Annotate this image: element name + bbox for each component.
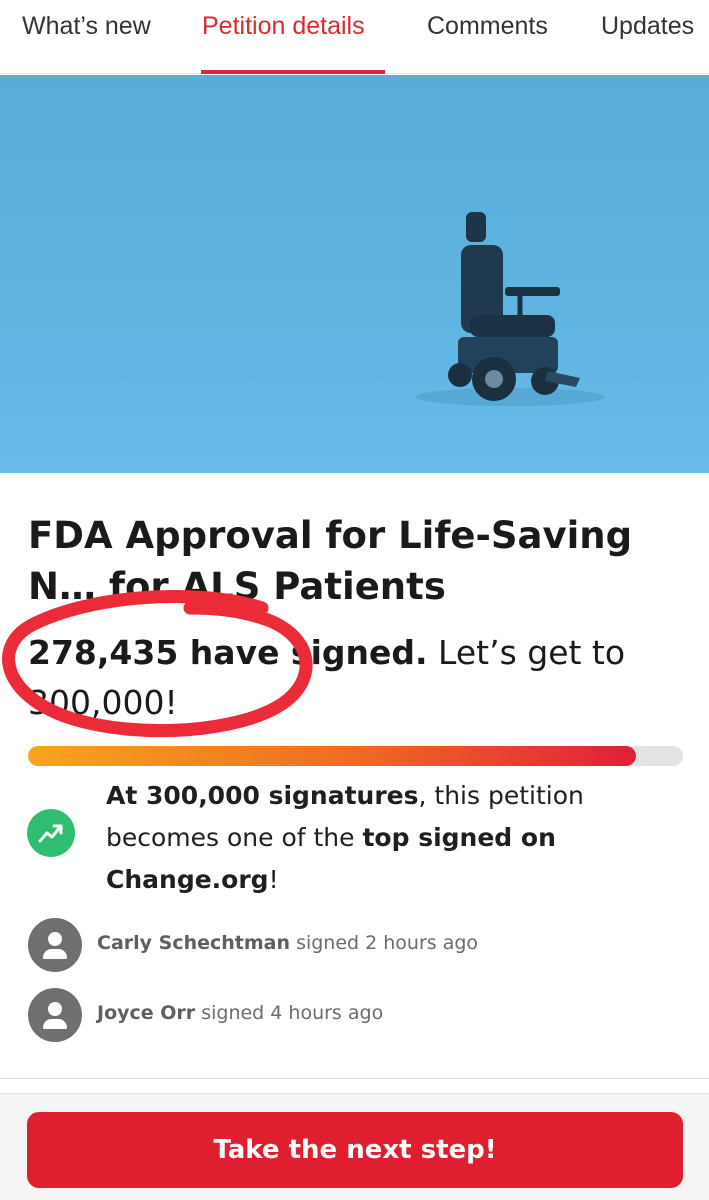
trending-up-icon xyxy=(27,809,75,857)
tab-petition-details[interactable]: Petition details xyxy=(202,12,365,41)
signer-action: signed 2 hours ago xyxy=(290,932,479,954)
petition-title-line1: FDA Approval for Life-Saving xyxy=(28,514,633,557)
petition-title-line2: N… for ALS Patients xyxy=(28,565,446,608)
signer-name: Carly Schechtman xyxy=(97,932,291,954)
milestone-text-2: ! xyxy=(268,865,279,894)
tab-bar: What’s new Petition details Comments Upd… xyxy=(0,0,709,74)
signer-text: Joyce Orr signed 4 hours ago xyxy=(97,1002,383,1024)
avatar xyxy=(28,988,82,1042)
active-tab-indicator xyxy=(201,70,385,74)
milestone-message: At 300,000 signatures, this petition bec… xyxy=(106,775,666,901)
signer-action: signed 4 hours ago xyxy=(195,1002,384,1024)
signed-count: 278,435 have signed. xyxy=(28,633,428,672)
signature-progress-bar xyxy=(28,746,683,766)
signature-count-text: 278,435 have signed. Let’s get to 300,00… xyxy=(28,628,688,728)
take-next-step-button[interactable]: Take the next step! xyxy=(27,1112,683,1188)
tab-updates[interactable]: Updates xyxy=(601,12,694,41)
recent-signer: Joyce Orr signed 4 hours ago xyxy=(28,988,688,1044)
signature-progress-fill xyxy=(28,746,636,766)
signer-name: Joyce Orr xyxy=(97,1002,196,1024)
petition-title: FDA Approval for Life-Saving N… for ALS … xyxy=(28,510,688,612)
signer-text: Carly Schechtman signed 2 hours ago xyxy=(97,932,478,954)
tab-comments[interactable]: Comments xyxy=(427,12,548,41)
recent-signer: Carly Schechtman signed 2 hours ago xyxy=(28,918,688,974)
hero-image xyxy=(0,75,709,473)
avatar xyxy=(28,918,82,972)
tab-whats-new[interactable]: What’s new xyxy=(22,12,151,41)
wheelchair-image xyxy=(415,212,605,406)
divider xyxy=(0,1078,709,1079)
milestone-bold-1: At 300,000 signatures xyxy=(106,781,419,810)
